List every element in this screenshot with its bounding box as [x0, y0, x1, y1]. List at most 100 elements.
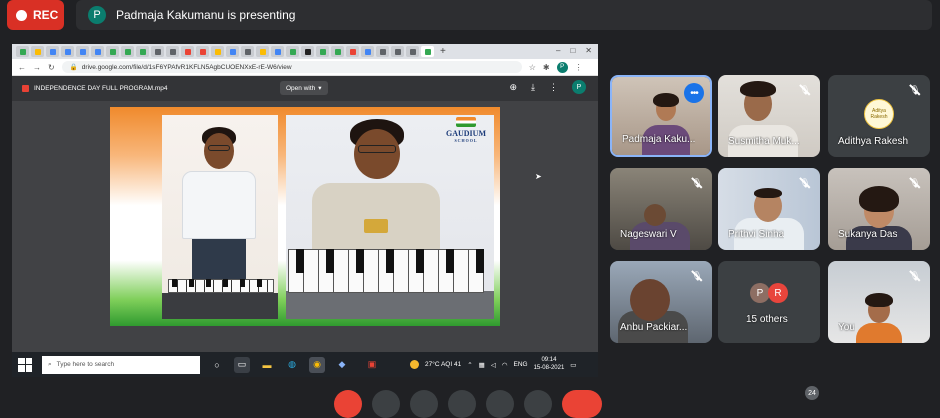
- browser-tab[interactable]: [256, 46, 269, 57]
- wifi-icon[interactable]: ◠: [502, 361, 508, 369]
- notifications-icon[interactable]: ▭: [570, 361, 576, 369]
- person-face: [644, 204, 666, 226]
- more-actions-icon[interactable]: ⋮: [549, 82, 558, 93]
- browser-tab[interactable]: [91, 46, 104, 57]
- window-controls: – □ ✕: [556, 46, 592, 55]
- leave-call-button[interactable]: [562, 390, 602, 418]
- browser-menu-icon[interactable]: ⋮: [575, 63, 583, 72]
- browser-tab[interactable]: [16, 46, 29, 57]
- browser-tab[interactable]: [241, 46, 254, 57]
- browser-tab[interactable]: [136, 46, 149, 57]
- control-button[interactable]: [448, 390, 476, 418]
- back-icon[interactable]: ←: [18, 63, 26, 72]
- chrome-icon[interactable]: ◉: [309, 356, 325, 373]
- extensions-icon[interactable]: ✱: [543, 63, 550, 72]
- url-field[interactable]: 🔒 drive.google.com/file/d/1sF6YPAfvR1KFL…: [61, 61, 522, 73]
- browser-tab[interactable]: [301, 46, 314, 57]
- close-icon[interactable]: ✕: [585, 46, 592, 55]
- control-button[interactable]: [524, 390, 552, 418]
- participant-tile[interactable]: 🎙 Susmitha Muk...: [718, 75, 820, 157]
- control-button[interactable]: [372, 390, 400, 418]
- participant-tile[interactable]: 🎙 Nageswari V: [610, 168, 712, 250]
- participant-tile[interactable]: 🎙 Sukanya Das: [828, 168, 930, 250]
- browser-tab[interactable]: [346, 46, 359, 57]
- mic-muted-icon: 🎙: [690, 176, 704, 190]
- new-tab-icon[interactable]: +: [440, 46, 446, 57]
- task-view-icon[interactable]: ▭: [234, 356, 250, 373]
- video-player[interactable]: GAUDIUM SCHOOL: [110, 107, 500, 326]
- language-indicator[interactable]: ENG: [514, 361, 528, 368]
- forward-icon[interactable]: →: [33, 63, 41, 72]
- browser-tab[interactable]: [391, 46, 404, 57]
- browser-tab[interactable]: [31, 46, 44, 57]
- reload-icon[interactable]: ↻: [48, 63, 55, 72]
- bookmark-star-icon[interactable]: ☆: [529, 63, 536, 72]
- taskbar-search-input[interactable]: ⌕ Type here to search: [42, 355, 200, 374]
- app-icon[interactable]: ▣: [364, 357, 380, 373]
- participant-tile[interactable]: ••• Padmaja Kaku...: [610, 75, 712, 157]
- taskbar-clock[interactable]: 09:14 15-08-2021: [534, 357, 565, 371]
- control-button[interactable]: [410, 390, 438, 418]
- video-file-icon: [22, 85, 29, 92]
- control-button[interactable]: [486, 390, 514, 418]
- browser-tab[interactable]: [361, 46, 374, 57]
- open-with-button[interactable]: Open with ▾: [280, 81, 328, 95]
- person-face: [630, 279, 670, 321]
- photos-icon[interactable]: ◆: [334, 357, 350, 373]
- file-explorer-icon[interactable]: ▬: [259, 357, 275, 373]
- volume-icon[interactable]: ◁: [491, 361, 496, 369]
- browser-tab[interactable]: [196, 46, 209, 57]
- browser-tab[interactable]: [316, 46, 329, 57]
- browser-tab[interactable]: [421, 46, 434, 57]
- minimize-icon[interactable]: –: [556, 46, 560, 55]
- browser-tab[interactable]: [106, 46, 119, 57]
- browser-profile-avatar[interactable]: P: [556, 61, 568, 73]
- network-icon[interactable]: ▦: [479, 361, 485, 369]
- browser-tab[interactable]: [376, 46, 389, 57]
- other-avatar: P: [750, 283, 770, 303]
- browser-tab[interactable]: [61, 46, 74, 57]
- add-to-drive-icon[interactable]: ⊕: [509, 82, 517, 93]
- end-call-hint-button[interactable]: [334, 390, 362, 418]
- browser-tab[interactable]: [331, 46, 344, 57]
- browser-tab[interactable]: [46, 46, 59, 57]
- drive-profile-avatar[interactable]: P: [572, 80, 586, 94]
- participant-tile[interactable]: 🎙 Anbu Packiar...: [610, 261, 712, 343]
- more-options-icon[interactable]: •••: [684, 83, 704, 103]
- browser-tab[interactable]: [271, 46, 284, 57]
- school-logo: GAUDIUM SCHOOL: [440, 117, 492, 151]
- mic-muted-icon: 🎙: [798, 176, 812, 190]
- windows-start-icon[interactable]: [18, 357, 32, 372]
- browser-tab[interactable]: [406, 46, 419, 57]
- browser-tab[interactable]: [151, 46, 164, 57]
- browser-tab[interactable]: [181, 46, 194, 57]
- browser-tab[interactable]: [121, 46, 134, 57]
- url-text: drive.google.com/file/d/1sF6YPAfvR1KFLN5…: [81, 63, 292, 71]
- participant-tile[interactable]: Aditya Rakesh 🎙 Adithya Rakesh: [828, 75, 930, 157]
- others-tile[interactable]: P R 15 others: [718, 261, 820, 343]
- performer-left: [162, 115, 278, 319]
- browser-tab[interactable]: [166, 46, 179, 57]
- edge-icon[interactable]: ◍: [284, 357, 300, 373]
- cortana-icon[interactable]: ○: [209, 357, 225, 373]
- maximize-icon[interactable]: □: [570, 46, 575, 55]
- person-hair: [865, 293, 893, 307]
- participant-name: Nageswari V: [620, 229, 677, 240]
- browser-tab[interactable]: [211, 46, 224, 57]
- logo-name: GAUDIUM: [446, 129, 486, 138]
- presenter-avatar: P: [88, 6, 106, 24]
- taskbar-search-placeholder: Type here to search: [56, 361, 115, 368]
- address-bar-row: ← → ↻ 🔒 drive.google.com/file/d/1sF6YPAf…: [12, 59, 598, 76]
- self-tile[interactable]: 🎙 You: [828, 261, 930, 343]
- participant-tile[interactable]: 🎙 Prithvi Sinha: [718, 168, 820, 250]
- weather-text[interactable]: 27°C AQI 41: [425, 361, 461, 368]
- browser-tab[interactable]: [286, 46, 299, 57]
- weather-sun-icon: [410, 360, 419, 369]
- download-icon[interactable]: ⤓: [531, 82, 535, 93]
- open-with-label: Open with: [286, 84, 316, 92]
- browser-tab[interactable]: [76, 46, 89, 57]
- browser-tab[interactable]: [226, 46, 239, 57]
- tray-chevron-icon[interactable]: ⌃: [467, 361, 472, 369]
- others-avatars: P R: [750, 283, 788, 303]
- people-count-badge[interactable]: 24: [805, 386, 819, 400]
